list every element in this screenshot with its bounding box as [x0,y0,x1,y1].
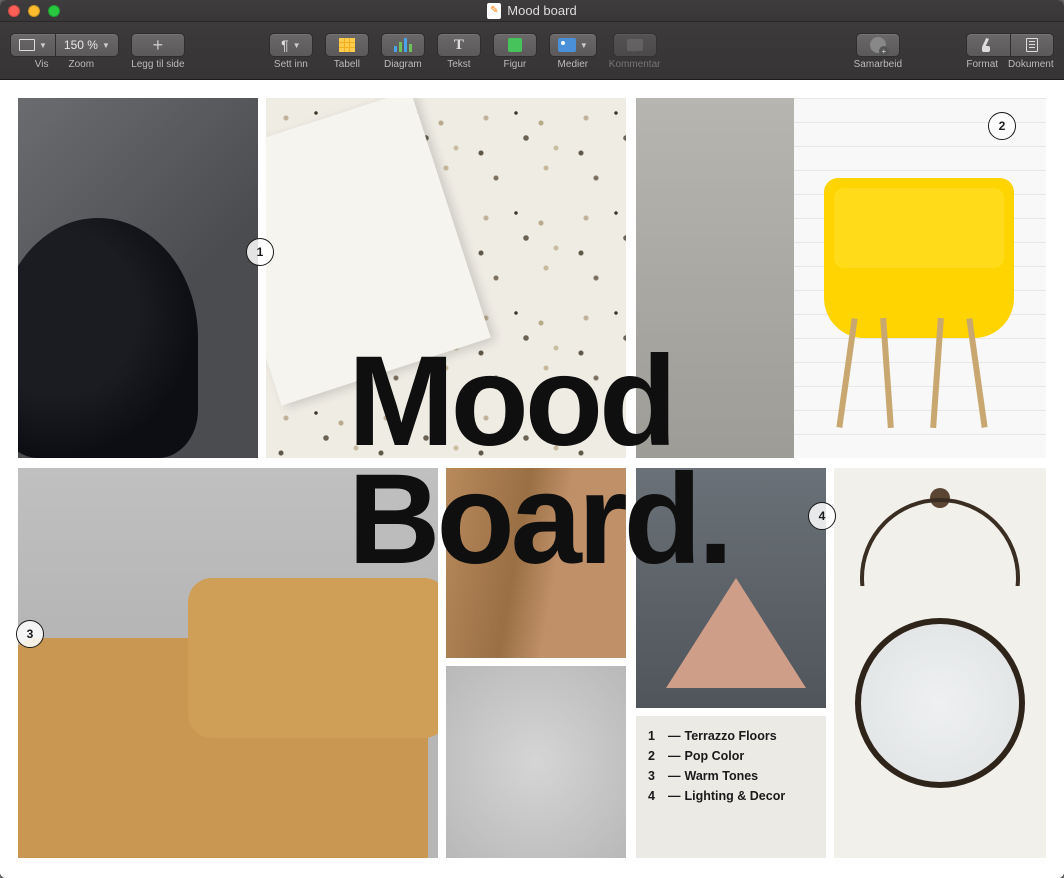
table-group: Tabell [325,33,369,70]
document-panel-icon [1026,38,1038,52]
text-button[interactable]: T [437,33,481,57]
chevron-down-icon: ▼ [39,41,47,50]
add-page-button[interactable]: + [131,33,185,57]
pin-4[interactable]: 4 [808,502,836,530]
insert-group: ¶▼ Sett inn [269,33,313,70]
document-label: Dokument [1008,59,1054,70]
page[interactable]: 1—Terrazzo Floors 2—Pop Color 3—Warm Ton… [18,98,1046,860]
collaborate-button[interactable] [856,33,900,57]
add-page-label: Legg til side [131,59,184,70]
brush-icon [982,38,996,52]
image-dark-chair[interactable] [18,98,258,458]
minimize-window-button[interactable] [28,5,40,17]
zoom-button[interactable]: 150 % ▼ [55,33,119,57]
format-label: Format [966,59,998,70]
title-line-1: Mood [348,343,729,461]
chevron-down-icon: ▼ [580,41,588,50]
window-controls [8,5,60,17]
shape-button[interactable] [493,33,537,57]
format-document-group: Format Dokument [966,33,1054,70]
image-fur[interactable] [446,666,626,858]
view-icon [19,39,35,51]
pilcrow-icon: ¶ [281,37,289,53]
document-icon: ✎ [487,3,501,19]
collaborate-icon [870,37,886,53]
table-label: Tabell [334,59,360,70]
zoom-value: 150 % [64,38,98,52]
collaborate-group: Samarbeid [854,33,902,70]
legend-row: 3—Warm Tones [648,766,814,786]
chart-icon [394,38,412,52]
media-group: ▼ Medier [549,33,597,70]
chart-button[interactable] [381,33,425,57]
media-button[interactable]: ▼ [549,33,597,57]
comment-icon [627,39,643,51]
image-round-mirror[interactable] [834,468,1046,858]
add-page-group: + Legg til side [131,33,185,70]
shape-icon [508,38,522,52]
view-label: Vis [35,59,49,70]
view-button[interactable]: ▼ [10,33,55,57]
view-zoom-group: ▼ 150 % ▼ Vis Zoom [10,33,119,70]
table-icon [339,38,355,52]
chart-group: Diagram [381,33,425,70]
legend-row: 1—Terrazzo Floors [648,726,814,746]
text-group: T Tekst [437,33,481,70]
close-window-button[interactable] [8,5,20,17]
image-yellow-chair[interactable] [794,98,1046,458]
comment-button[interactable] [613,33,657,57]
chart-label: Diagram [384,59,422,70]
collaborate-label: Samarbeid [854,59,902,70]
document-button[interactable] [1010,33,1054,57]
plus-icon: + [153,35,164,56]
table-button[interactable] [325,33,369,57]
insert-label: Sett inn [274,59,308,70]
legend-row: 2—Pop Color [648,746,814,766]
legend-panel[interactable]: 1—Terrazzo Floors 2—Pop Color 3—Warm Ton… [636,716,826,858]
insert-button[interactable]: ¶▼ [269,33,313,57]
text-icon: T [454,37,464,54]
pin-3[interactable]: 3 [16,620,44,648]
title-line-2: Board. [348,461,729,579]
chevron-down-icon: ▼ [293,41,301,50]
comment-group: Kommentar [609,33,661,70]
title-text[interactable]: Mood Board. [348,343,729,579]
chevron-down-icon: ▼ [102,41,110,50]
format-button[interactable] [966,33,1010,57]
window-title-text: Mood board [507,3,576,18]
media-label: Medier [558,59,589,70]
toolbar: ▼ 150 %▼ Vis Zoom + Legg til side ¶▼ Set… [0,22,1064,80]
window-title: ✎ Mood board [0,3,1064,19]
zoom-label: Zoom [69,59,95,70]
comment-label: Kommentar [609,59,661,70]
pin-1[interactable]: 1 [246,238,274,266]
shape-group: Figur [493,33,537,70]
app-window: ✎ Mood board ▼ 150 %▼ Vis Zoom + Le [0,0,1064,878]
titlebar: ✎ Mood board [0,0,1064,22]
legend-row: 4—Lighting & Decor [648,786,814,806]
text-label: Tekst [447,59,470,70]
pin-2[interactable]: 2 [988,112,1016,140]
shape-label: Figur [503,59,526,70]
maximize-window-button[interactable] [48,5,60,17]
document-canvas[interactable]: 1—Terrazzo Floors 2—Pop Color 3—Warm Ton… [0,80,1064,878]
media-icon [558,38,576,52]
